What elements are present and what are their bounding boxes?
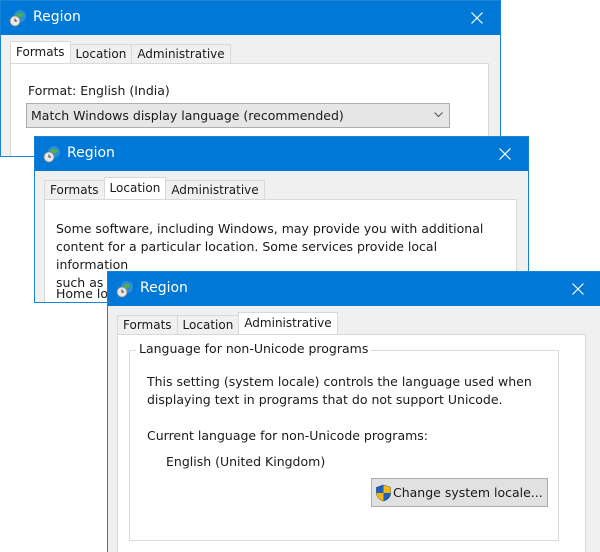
current-language-value: English (United Kingdom) xyxy=(166,454,326,469)
title-bar[interactable]: Region xyxy=(108,272,600,306)
tab-strip: Formats Location Administrative xyxy=(44,177,265,199)
tab-location[interactable]: Location xyxy=(103,177,167,199)
non-unicode-group: Language for non-Unicode programs This s… xyxy=(129,341,559,541)
close-icon xyxy=(572,283,584,295)
format-dropdown[interactable]: Match Windows display language (recommen… xyxy=(26,103,450,128)
description-line: content for a particular location. Some … xyxy=(56,239,438,272)
close-button[interactable] xyxy=(482,137,528,171)
format-label: Format: English (India) xyxy=(28,83,170,98)
system-locale-description: This setting (system locale) controls th… xyxy=(147,373,547,409)
current-language-label: Current language for non-Unicode program… xyxy=(147,428,428,443)
group-title: Language for non-Unicode programs xyxy=(136,341,372,356)
description-line: Some software, including Windows, may pr… xyxy=(56,221,484,236)
tab-strip: Formats Location Administrative xyxy=(117,312,338,334)
region-window-formats: Region Formats Location Administrative F… xyxy=(0,0,501,157)
tab-location[interactable]: Location xyxy=(69,44,133,63)
tab-formats[interactable]: Formats xyxy=(117,315,178,334)
chevron-down-icon xyxy=(434,112,443,118)
tab-administrative[interactable]: Administrative xyxy=(238,312,338,334)
tab-administrative[interactable]: Administrative xyxy=(165,180,265,199)
close-icon xyxy=(499,148,511,160)
window-title: Region xyxy=(67,145,115,161)
close-button[interactable] xyxy=(454,1,500,35)
close-button[interactable] xyxy=(555,272,600,306)
description-line: displaying text in programs that do not … xyxy=(147,392,503,407)
tab-location[interactable]: Location xyxy=(176,315,240,334)
close-icon xyxy=(471,12,483,24)
region-window-administrative: Region Formats Location Administrative L… xyxy=(107,271,600,552)
window-title: Region xyxy=(33,9,81,25)
window-title: Region xyxy=(140,280,188,296)
tab-formats[interactable]: Formats xyxy=(10,41,71,63)
format-dropdown-value: Match Windows display language (recommen… xyxy=(31,108,344,123)
tab-strip: Formats Location Administrative xyxy=(10,41,231,63)
description-line: This setting (system locale) controls th… xyxy=(147,374,532,389)
change-system-locale-label: Change system locale... xyxy=(393,485,543,500)
title-bar[interactable]: Region xyxy=(35,137,528,171)
tab-administrative[interactable]: Administrative xyxy=(131,44,231,63)
region-globe-clock-icon xyxy=(43,146,60,163)
region-globe-clock-icon xyxy=(9,10,26,27)
change-system-locale-button[interactable]: Change system locale... xyxy=(371,478,548,507)
uac-shield-icon xyxy=(376,484,391,501)
title-bar[interactable]: Region xyxy=(1,1,500,35)
home-location-label: Home lo xyxy=(56,286,109,301)
administrative-panel: Language for non-Unicode programs This s… xyxy=(117,334,586,552)
tab-formats[interactable]: Formats xyxy=(44,180,105,199)
region-globe-clock-icon xyxy=(116,281,133,298)
